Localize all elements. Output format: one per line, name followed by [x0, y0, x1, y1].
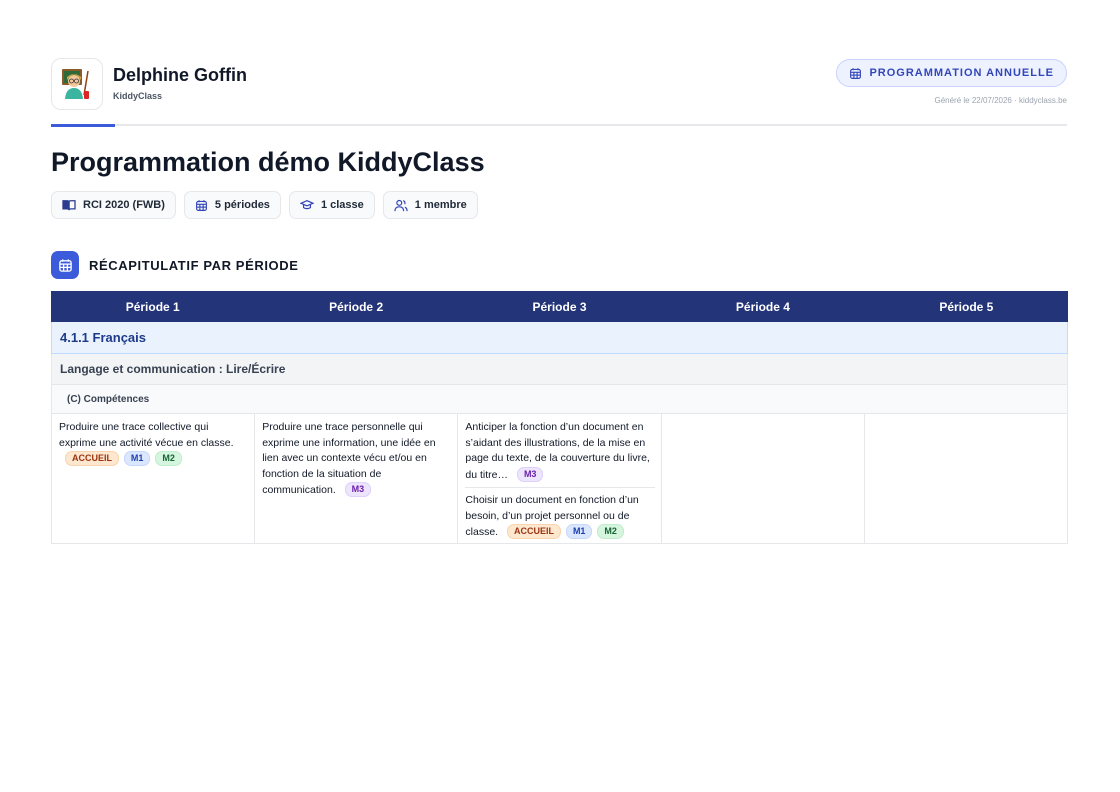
section-heading: RÉCAPITULATIF PAR PÉRIODE: [51, 251, 299, 279]
chip-referentiel: RCI 2020 (FWB): [51, 191, 176, 219]
owner-name: Delphine Goffin: [113, 65, 247, 85]
column-header: Période 1: [125, 299, 180, 314]
chip-label: 1 membre: [414, 199, 467, 211]
category-row: (C) Compétences: [51, 385, 1068, 414]
chip-membre: 1 membre: [382, 191, 478, 219]
book-icon: [62, 200, 76, 211]
period-cell: [662, 414, 865, 543]
competence-item: Choisir un document en fonction d’un bes…: [465, 487, 655, 541]
level-tag: M2: [597, 524, 624, 539]
level-tag: M1: [123, 451, 151, 466]
column-header: Période 2: [329, 299, 384, 314]
level-tag: M3: [516, 466, 544, 482]
level-tag: M1: [565, 524, 593, 539]
owner-subtitle: KiddyClass: [113, 91, 163, 101]
calendar-icon: [195, 199, 207, 211]
teacher-avatar-icon: [51, 58, 103, 110]
chip-label: RCI 2020 (FWB): [83, 199, 165, 211]
subdomain-row: Langage et communication : Lire/Écrire: [51, 354, 1068, 385]
competence-item: Produire une trace personnelle qui expri…: [262, 420, 451, 499]
users-icon: [394, 199, 408, 211]
programmation-annuelle-badge: PROGRAMMATION ANNUELLE: [836, 59, 1067, 87]
table-header-row: Période 1 Période 2 Période 3 Période 4 …: [51, 291, 1068, 322]
page-title: Programmation démo KiddyClass: [51, 147, 485, 177]
generated-info: Généré le 22/07/2026 · kiddyclass.be: [934, 96, 1067, 105]
level-tag: M2: [155, 451, 182, 466]
calendar-icon: [850, 67, 862, 79]
calendar-icon: [51, 251, 79, 279]
header-divider: [51, 124, 1067, 126]
competence-text: Anticiper la fonction d’un document en s…: [465, 421, 650, 481]
section-title: RÉCAPITULATIF PAR PÉRIODE: [89, 257, 299, 273]
level-tag: ACCUEIL: [507, 524, 562, 539]
level-tag: ACCUEIL: [65, 451, 119, 466]
domain-row: 4.1.1 Français: [51, 322, 1068, 354]
competence-text: Produire une trace collective qui exprim…: [59, 421, 234, 449]
graduation-cap-icon: [299, 200, 314, 210]
column-header: Période 5: [939, 299, 994, 314]
badge-label: PROGRAMMATION ANNUELLE: [869, 67, 1054, 79]
period-cell: [865, 414, 1067, 543]
column-header: Période 3: [532, 299, 587, 314]
chip-classe: 1 classe: [288, 191, 375, 219]
column-header: Période 4: [735, 299, 790, 314]
chip-periodes: 5 périodes: [183, 191, 281, 219]
period-cell: Anticiper la fonction d’un document en s…: [458, 414, 662, 543]
chip-label: 1 classe: [320, 199, 364, 211]
chip-label: 5 périodes: [214, 199, 270, 211]
competence-item: Produire une trace collective qui exprim…: [59, 420, 248, 468]
header-divider-accent: [51, 124, 115, 127]
period-cell: Produire une trace personnelle qui expri…: [255, 414, 459, 543]
competence-item: Anticiper la fonction d’un document en s…: [465, 420, 654, 483]
level-tag: M3: [344, 482, 372, 497]
recap-table: Période 1 Période 2 Période 3 Période 4 …: [51, 291, 1068, 544]
document-header: Delphine Goffin KiddyClass PROGRAMMATION…: [51, 58, 1067, 110]
table-row: Produire une trace collective qui exprim…: [51, 414, 1068, 544]
meta-chips: RCI 2020 (FWB) 5 périodes 1 classe 1 mem…: [51, 191, 478, 219]
period-cell: Produire une trace collective qui exprim…: [52, 414, 256, 543]
